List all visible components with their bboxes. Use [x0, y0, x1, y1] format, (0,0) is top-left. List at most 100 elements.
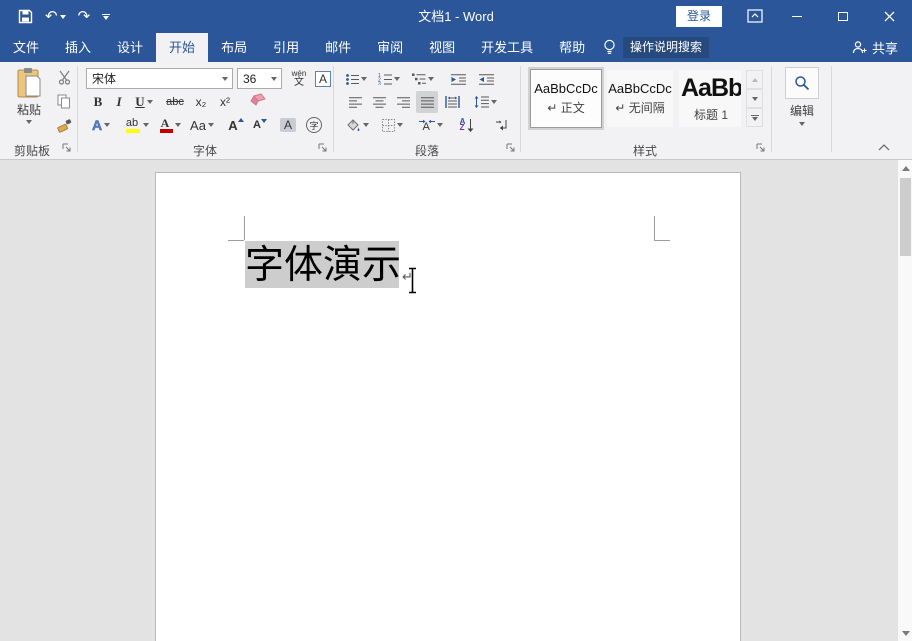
- borders-dropdown-icon[interactable]: [397, 123, 403, 127]
- format-painter-button[interactable]: [52, 115, 76, 136]
- paste-dropdown-icon[interactable]: [26, 120, 32, 124]
- styles-scroll-down-button[interactable]: [746, 89, 763, 108]
- font-size-value: 36: [238, 72, 267, 86]
- show-hide-marks-button[interactable]: [490, 114, 516, 136]
- selected-text-highlight[interactable]: 字体演示 ↵: [245, 241, 399, 288]
- close-button[interactable]: [866, 0, 912, 33]
- collapse-ribbon-button[interactable]: [878, 144, 890, 151]
- bullets-dropdown-icon[interactable]: [361, 77, 367, 81]
- increase-indent-button[interactable]: [474, 68, 498, 90]
- tab-file[interactable]: 文件: [0, 33, 52, 62]
- styles-dialog-launcher-icon[interactable]: [756, 143, 768, 155]
- tab-developer[interactable]: 开发工具: [468, 33, 546, 62]
- tab-review[interactable]: 审阅: [364, 33, 416, 62]
- shading-button[interactable]: [342, 114, 372, 136]
- tab-insert[interactable]: 插入: [52, 33, 104, 62]
- style-heading1[interactable]: AaBb 标题 1: [679, 70, 741, 127]
- clear-formatting-button[interactable]: [244, 89, 270, 111]
- tab-design[interactable]: 设计: [104, 33, 156, 62]
- underline-dropdown-icon[interactable]: [147, 100, 153, 104]
- minimize-button[interactable]: [774, 0, 820, 33]
- line-spacing-button[interactable]: [470, 91, 500, 113]
- distribute-text-button[interactable]: [440, 91, 464, 113]
- share-button[interactable]: 共享: [852, 33, 898, 62]
- font-color-dropdown-icon[interactable]: [175, 123, 181, 127]
- phonetic-guide-button[interactable]: wén文: [288, 66, 310, 91]
- change-case-button[interactable]: Aa: [186, 114, 218, 136]
- asian-layout-button[interactable]: A: [414, 114, 448, 136]
- shrink-font-button[interactable]: A: [246, 114, 268, 136]
- svg-text:3: 3: [378, 82, 381, 86]
- font-dialog-launcher-icon[interactable]: [318, 143, 330, 155]
- line-spacing-dropdown-icon[interactable]: [491, 100, 497, 104]
- underline-button[interactable]: U: [130, 91, 158, 113]
- font-color-button[interactable]: A: [154, 114, 184, 136]
- subscript-button[interactable]: x₂: [190, 91, 212, 113]
- align-left-icon: [349, 97, 362, 108]
- sort-button[interactable]: A Z: [454, 114, 480, 136]
- superscript-button[interactable]: x²: [214, 91, 236, 113]
- strikethrough-button[interactable]: abc: [162, 91, 188, 113]
- scrollbar-up-button[interactable]: [898, 160, 912, 176]
- style-no-spacing[interactable]: AaBbCcDc ↵ 无间隔: [607, 70, 673, 127]
- asian-layout-icon: A: [419, 119, 435, 132]
- numbering-dropdown-icon[interactable]: [394, 77, 400, 81]
- document-text[interactable]: 字体演示: [245, 243, 401, 288]
- sign-in-button[interactable]: 登录: [676, 6, 722, 27]
- grow-font-button[interactable]: A: [222, 114, 244, 136]
- asian-layout-dropdown-icon[interactable]: [437, 123, 443, 127]
- scrollbar-down-button[interactable]: [898, 625, 912, 641]
- tab-help[interactable]: 帮助: [546, 33, 598, 62]
- bold-button[interactable]: B: [88, 91, 108, 113]
- paragraph-dialog-launcher-icon[interactable]: [506, 143, 518, 155]
- styles-more-button[interactable]: [746, 108, 763, 127]
- italic-button[interactable]: I: [110, 91, 128, 113]
- align-center-button[interactable]: [368, 91, 390, 113]
- text-highlight-button[interactable]: ab: [120, 114, 152, 136]
- text-effects-dropdown-icon[interactable]: [104, 123, 110, 127]
- maximize-button[interactable]: [820, 0, 866, 33]
- tab-home[interactable]: 开始: [156, 33, 208, 62]
- enclose-characters-button[interactable]: 字: [302, 114, 326, 136]
- align-right-button[interactable]: [392, 91, 414, 113]
- decrease-indent-button[interactable]: [446, 68, 470, 90]
- clipboard-dialog-launcher-icon[interactable]: [62, 143, 74, 155]
- multilevel-list-button[interactable]: [408, 68, 438, 90]
- font-size-combo[interactable]: 36: [237, 68, 282, 89]
- shading-dropdown-icon[interactable]: [363, 123, 369, 127]
- tell-me-area: 操作说明搜索: [603, 33, 709, 62]
- style-normal[interactable]: AaBbCcDc ↵ 正文: [531, 70, 601, 127]
- cut-button[interactable]: [52, 67, 76, 88]
- multilevel-dropdown-icon[interactable]: [428, 77, 434, 81]
- tell-me-search[interactable]: 操作说明搜索: [623, 37, 709, 58]
- scrollbar-thumb[interactable]: [900, 178, 911, 256]
- paste-button[interactable]: 粘贴: [6, 67, 52, 137]
- document-canvas: 字体演示 ↵: [0, 160, 912, 641]
- highlight-dropdown-icon[interactable]: [143, 123, 149, 127]
- align-right-icon: [397, 97, 410, 108]
- justify-button[interactable]: [416, 91, 438, 113]
- ribbon-display-options-icon[interactable]: [746, 8, 764, 24]
- vertical-scrollbar[interactable]: [897, 160, 912, 641]
- borders-button[interactable]: [376, 114, 408, 136]
- tab-layout[interactable]: 布局: [208, 33, 260, 62]
- tab-view[interactable]: 视图: [416, 33, 468, 62]
- numbering-button[interactable]: 123: [374, 68, 404, 90]
- tab-references[interactable]: 引用: [260, 33, 312, 62]
- editing-button[interactable]: 编辑: [783, 67, 821, 129]
- tab-mailings[interactable]: 邮件: [312, 33, 364, 62]
- styles-scroll-up-button[interactable]: [746, 70, 763, 89]
- paint-bucket-icon: [345, 118, 361, 132]
- font-name-dropdown-icon[interactable]: [218, 77, 232, 81]
- copy-button[interactable]: [52, 91, 76, 112]
- font-name-combo[interactable]: 宋体: [86, 68, 233, 89]
- editing-dropdown-icon[interactable]: [799, 122, 805, 126]
- bullets-button[interactable]: [342, 68, 370, 90]
- document-page[interactable]: 字体演示 ↵: [155, 172, 741, 641]
- align-left-button[interactable]: [344, 91, 366, 113]
- character-shading-button[interactable]: A: [276, 114, 300, 136]
- change-case-dropdown-icon[interactable]: [208, 123, 214, 127]
- character-border-button[interactable]: A: [312, 67, 334, 90]
- text-effects-button[interactable]: A: [86, 114, 116, 136]
- font-size-dropdown-icon[interactable]: [267, 77, 281, 81]
